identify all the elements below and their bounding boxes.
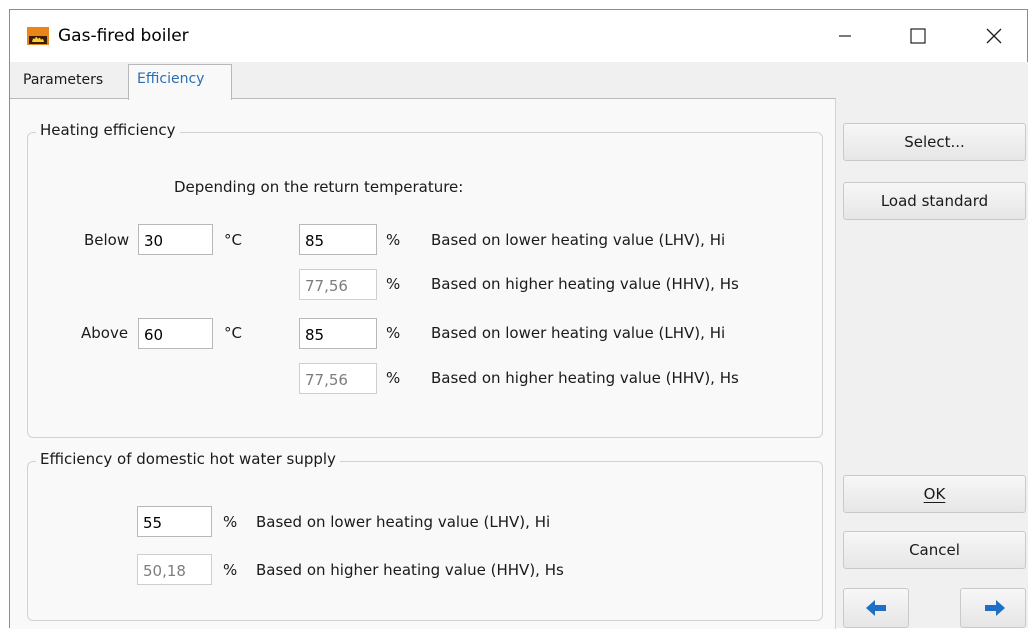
- dialog-window: Gas-fired boiler Parameters Efficiency H…: [9, 9, 1028, 629]
- below-label: Below: [84, 231, 130, 249]
- tab-parameters[interactable]: Parameters: [15, 66, 130, 98]
- above-hhv-label: Based on higher heating value (HHV), Hs: [431, 369, 739, 387]
- window-title: Gas-fired boiler: [58, 26, 189, 46]
- cancel-button[interactable]: Cancel: [843, 531, 1026, 569]
- below-hhv-percent: %: [386, 275, 401, 293]
- above-lhv-input[interactable]: [299, 318, 377, 349]
- above-lhv-percent: %: [386, 324, 401, 342]
- minimize-icon: [839, 35, 851, 37]
- minimize-button[interactable]: [822, 18, 868, 54]
- side-button-panel: Select... Load standard OK Cancel: [836, 62, 1028, 628]
- efficiency-tab-panel: Heating efficiency Depending on the retu…: [10, 98, 836, 629]
- dhw-lhv-label: Based on lower heating value (LHV), Hi: [256, 513, 551, 531]
- close-icon: [986, 28, 1002, 44]
- dhw-lhv-input[interactable]: [137, 506, 212, 537]
- maximize-icon: [910, 28, 926, 44]
- previous-button[interactable]: [843, 588, 909, 628]
- below-lhv-input[interactable]: [299, 224, 377, 255]
- maximize-button[interactable]: [894, 18, 940, 54]
- close-button[interactable]: [970, 18, 1016, 54]
- heating-efficiency-group: Heating efficiency Depending on the retu…: [27, 121, 823, 438]
- below-hhv-field: [299, 269, 377, 300]
- return-temp-subtitle: Depending on the return temperature:: [174, 178, 464, 196]
- dhw-hhv-label: Based on higher heating value (HHV), Hs: [256, 561, 564, 579]
- title-bar[interactable]: Gas-fired boiler: [10, 10, 1027, 62]
- load-standard-button[interactable]: Load standard: [843, 182, 1026, 220]
- below-temp-unit: °C: [224, 231, 242, 249]
- heating-efficiency-title: Heating efficiency: [36, 121, 180, 139]
- above-temp-unit: °C: [224, 324, 242, 342]
- above-hhv-field: [299, 363, 377, 394]
- dhw-efficiency-group: Efficiency of domestic hot water supply …: [27, 450, 823, 621]
- next-button[interactable]: [960, 588, 1026, 628]
- below-lhv-percent: %: [386, 231, 401, 249]
- dhw-efficiency-title: Efficiency of domestic hot water supply: [36, 450, 340, 468]
- arrow-right-icon: [985, 600, 1005, 616]
- below-lhv-label: Based on lower heating value (LHV), Hi: [431, 231, 726, 249]
- arrow-left-icon: [866, 600, 886, 616]
- above-temp-input[interactable]: [138, 318, 213, 349]
- tab-efficiency[interactable]: Efficiency: [128, 64, 232, 100]
- select-button[interactable]: Select...: [843, 123, 1026, 161]
- dhw-hhv-field: [137, 554, 212, 585]
- below-hhv-label: Based on higher heating value (HHV), Hs: [431, 275, 739, 293]
- above-hhv-percent: %: [386, 369, 401, 387]
- dhw-lhv-percent: %: [223, 513, 238, 531]
- above-label: Above: [81, 324, 129, 342]
- above-lhv-label: Based on lower heating value (LHV), Hi: [431, 324, 726, 342]
- below-temp-input[interactable]: [138, 224, 213, 255]
- dhw-hhv-percent: %: [223, 561, 238, 579]
- boiler-app-icon: [27, 27, 49, 45]
- ok-button[interactable]: OK: [843, 475, 1026, 513]
- tab-strip: Parameters Efficiency: [10, 62, 835, 100]
